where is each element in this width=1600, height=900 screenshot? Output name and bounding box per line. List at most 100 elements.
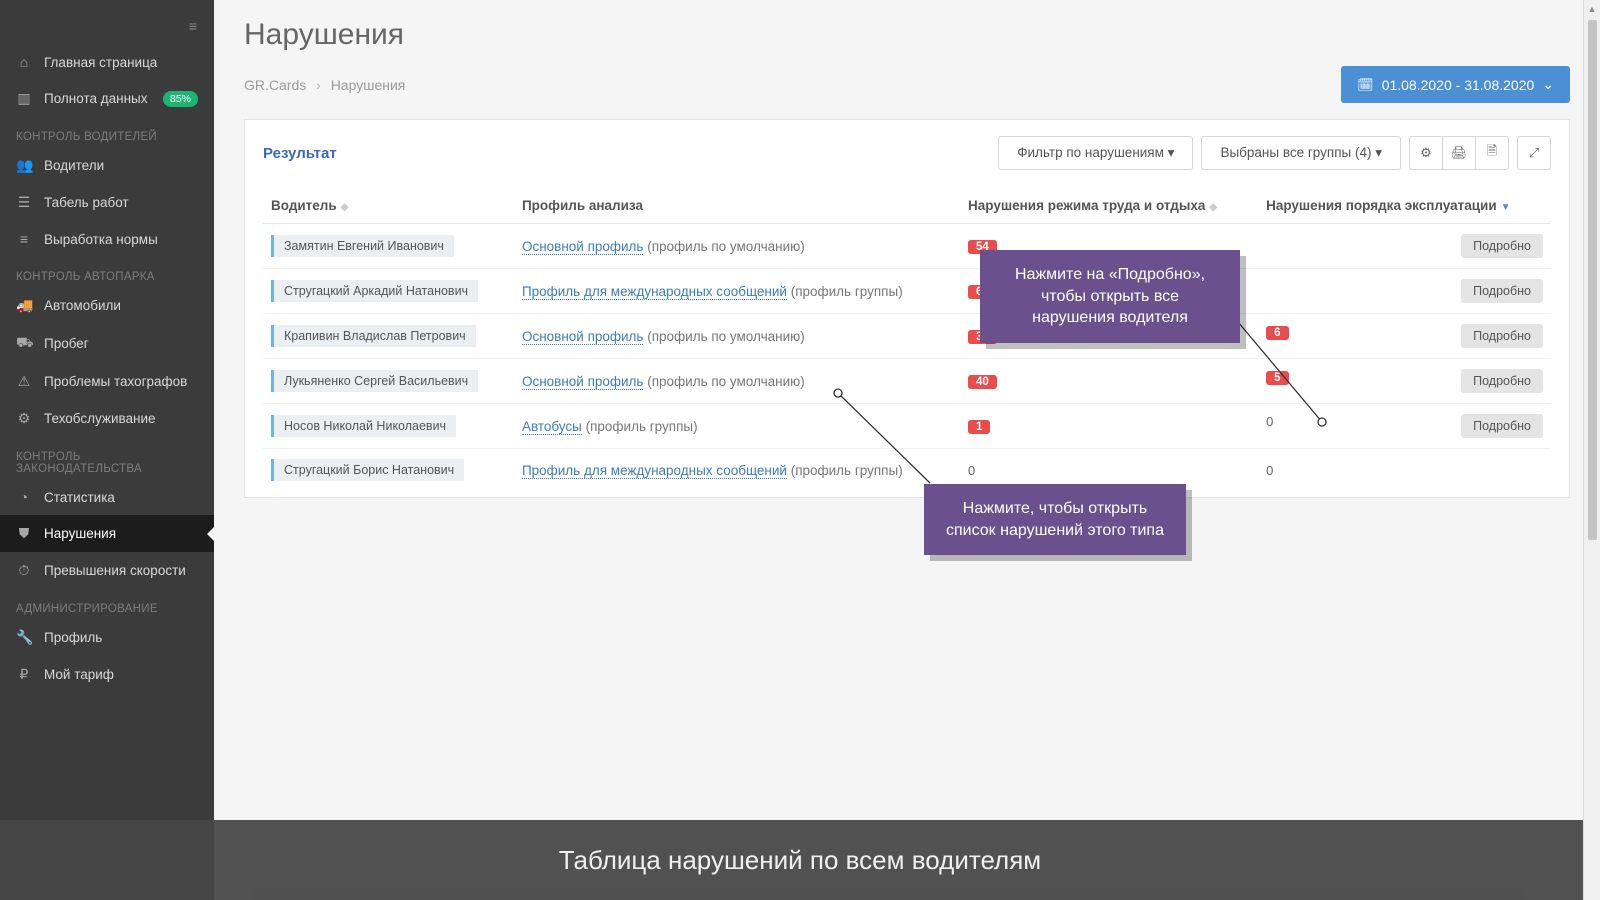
profile-suffix: (профиль по умолчанию) (643, 374, 804, 389)
results-panel: Результат Фильтр по нарушениям ▾ Выбраны… (244, 119, 1570, 498)
main-content: Нарушения GR.Cards › Нарушения 🗓 01.08.2… (214, 0, 1600, 900)
violation-badge[interactable]: 1 (968, 420, 990, 434)
profile-link[interactable]: Основной профиль (522, 329, 644, 345)
details-button[interactable]: Подробно (1461, 324, 1543, 348)
vertical-scrollbar[interactable]: ▲ (1583, 0, 1600, 900)
sidebar-section-drivers: КОНТРОЛЬ ВОДИТЕЛЕЙ (0, 117, 214, 147)
sort-icon: ◆ (341, 202, 349, 213)
sidebar-item-label: Техобслуживание (44, 411, 156, 426)
menu-toggle-icon[interactable]: ≡ (0, 14, 214, 44)
sidebar-item-maintenance[interactable]: ⚙ Техобслуживание (0, 400, 214, 437)
fullscreen-button[interactable]: ⤢ (1517, 136, 1551, 170)
violation-count: 0 (1266, 414, 1273, 429)
profile-link[interactable]: Профиль для международных сообщений (522, 284, 787, 300)
sidebar-item-label: Превышения скорости (44, 563, 186, 578)
driver-tag[interactable]: Лукьяненко Сергей Васильевич (271, 370, 478, 392)
th-driver[interactable]: Водитель◆ (263, 186, 514, 224)
violation-badge[interactable]: 40 (968, 375, 997, 389)
sliders-icon: ⚙ (1420, 145, 1432, 161)
profile-suffix: (профиль по умолчанию) (643, 239, 804, 254)
sidebar-item-profile[interactable]: 🔧 Профиль (0, 619, 214, 656)
sidebar: ≡ ⌂ Главная страница ▥ Полнота данных 85… (0, 0, 214, 900)
sidebar-section-fleet: КОНТРОЛЬ АВТОПАРКА (0, 257, 214, 287)
wrench-icon: 🔧 (16, 629, 32, 646)
sidebar-item-data-completeness[interactable]: ▥ Полнота данных 85% (0, 80, 214, 117)
chevron-right-icon: › (316, 77, 321, 93)
panel-title: Результат (263, 145, 337, 162)
breadcrumb-root[interactable]: GR.Cards (244, 77, 306, 93)
printer-icon: 🖨 (1451, 145, 1468, 161)
pie-icon: ◔ (16, 489, 32, 505)
scroll-thumb[interactable] (1588, 20, 1597, 540)
table-row: Носов Николай НиколаевичАвтобусы (профил… (263, 404, 1551, 449)
expand-icon: ⤢ (1529, 145, 1539, 161)
shield-icon: ⛊ (16, 525, 32, 542)
th-work-violations[interactable]: Нарушения режима труда и отдыха◆ (960, 186, 1258, 224)
violation-badge[interactable]: 5 (1266, 371, 1288, 385)
violation-count: 0 (968, 463, 975, 478)
profile-link[interactable]: Профиль для международных сообщений (522, 463, 787, 479)
caret-down-icon: ▾ (1375, 145, 1382, 160)
profile-suffix: (профиль по умолчанию) (643, 329, 804, 344)
scroll-up-icon[interactable]: ▲ (1584, 0, 1600, 17)
sidebar-item-speeding[interactable]: ⏱Превышения скорости (0, 552, 214, 589)
warning-icon: ⚠ (16, 373, 32, 390)
filter-violations-button[interactable]: Фильтр по нарушениям ▾ (998, 136, 1193, 170)
table-row: Лукьяненко Сергей Васильевич Основной про… (263, 359, 1551, 404)
profile-link[interactable]: Автобусы (522, 419, 582, 435)
details-button[interactable]: Подробно (1461, 279, 1543, 303)
bars-icon: ≡ (16, 231, 32, 247)
gear-icon: ⚙ (16, 410, 32, 427)
road-icon: ⛟ (16, 334, 32, 353)
settings-button[interactable]: ⚙ (1409, 136, 1443, 170)
sidebar-section-admin: АДМИНИСТРИРОВАНИЕ (0, 589, 214, 619)
driver-tag[interactable]: Замятин Евгений Иванович (271, 235, 454, 257)
date-range-button[interactable]: 🗓 01.08.2020 - 31.08.2020 ⌄ (1341, 66, 1570, 103)
sidebar-item-mileage[interactable]: ⛟ Пробег (0, 324, 214, 363)
profile-suffix: (профиль группы) (787, 463, 903, 478)
driver-tag[interactable]: Носов Николай Николаевич (271, 415, 456, 437)
sidebar-item-label: Мой тариф (44, 667, 114, 682)
violation-badge[interactable]: 6 (1266, 326, 1288, 340)
chevron-down-icon: ⌄ (1542, 76, 1554, 93)
sidebar-item-label: Профиль (44, 630, 102, 645)
details-button[interactable]: Подробно (1461, 234, 1543, 258)
sidebar-item-label: Водители (44, 158, 104, 173)
sidebar-item-tariff[interactable]: ₽ Мой тариф (0, 656, 214, 693)
sidebar-item-output[interactable]: ≡Выработка нормы (0, 221, 214, 257)
profile-suffix: (профиль группы) (787, 284, 903, 299)
violation-count: 0 (1266, 463, 1273, 478)
export-button[interactable]: 🗎 (1475, 136, 1509, 170)
breadcrumb-current: Нарушения (331, 77, 406, 93)
truck-icon: 🚚 (16, 297, 32, 314)
th-exp-violations[interactable]: Нарушения порядка эксплуатации▼ (1258, 186, 1551, 224)
sidebar-item-vehicles[interactable]: 🚚 Автомобили (0, 287, 214, 324)
sidebar-item-label: Автомобили (44, 298, 121, 313)
violations-table: Водитель◆ Профиль анализа Нарушения режи… (263, 186, 1551, 491)
sidebar-item-tacho-problems[interactable]: ⚠Проблемы тахографов (0, 363, 214, 400)
profile-link[interactable]: Основной профиль (522, 374, 644, 390)
calendar-icon: 🗓 (1357, 77, 1374, 93)
table-row: Стругацкий Борис Натанович Профиль для ме… (263, 449, 1551, 492)
sidebar-item-drivers[interactable]: 👥 Водители (0, 147, 214, 184)
th-profile[interactable]: Профиль анализа (514, 186, 960, 224)
sidebar-item-label: Табель работ (44, 195, 129, 210)
driver-tag[interactable]: Стругацкий Аркадий Натанович (271, 280, 478, 302)
profile-link[interactable]: Основной профиль (522, 239, 644, 255)
details-button[interactable]: Подробно (1461, 414, 1543, 438)
sidebar-item-label: Статистика (44, 490, 115, 505)
print-button[interactable]: 🖨 (1442, 136, 1476, 170)
table-row: Крапивин Владислав Петрович Основной проф… (263, 314, 1551, 359)
users-icon: 👥 (16, 157, 32, 174)
sidebar-item-statistics[interactable]: ◔ Статистика (0, 479, 214, 515)
details-button[interactable]: Подробно (1461, 369, 1543, 393)
filter-groups-button[interactable]: Выбраны все группы (4) ▾ (1201, 136, 1401, 170)
driver-tag[interactable]: Стругацкий Борис Натанович (271, 459, 464, 481)
home-icon: ⌂ (16, 54, 32, 70)
driver-tag[interactable]: Крапивин Владислав Петрович (271, 325, 476, 347)
ruble-icon: ₽ (16, 666, 32, 683)
sidebar-item-label: Пробег (44, 336, 89, 351)
sidebar-item-timesheet[interactable]: ☰Табель работ (0, 184, 214, 221)
sidebar-item-home[interactable]: ⌂ Главная страница (0, 44, 214, 80)
sidebar-item-violations[interactable]: ⛊Нарушения (0, 515, 214, 552)
